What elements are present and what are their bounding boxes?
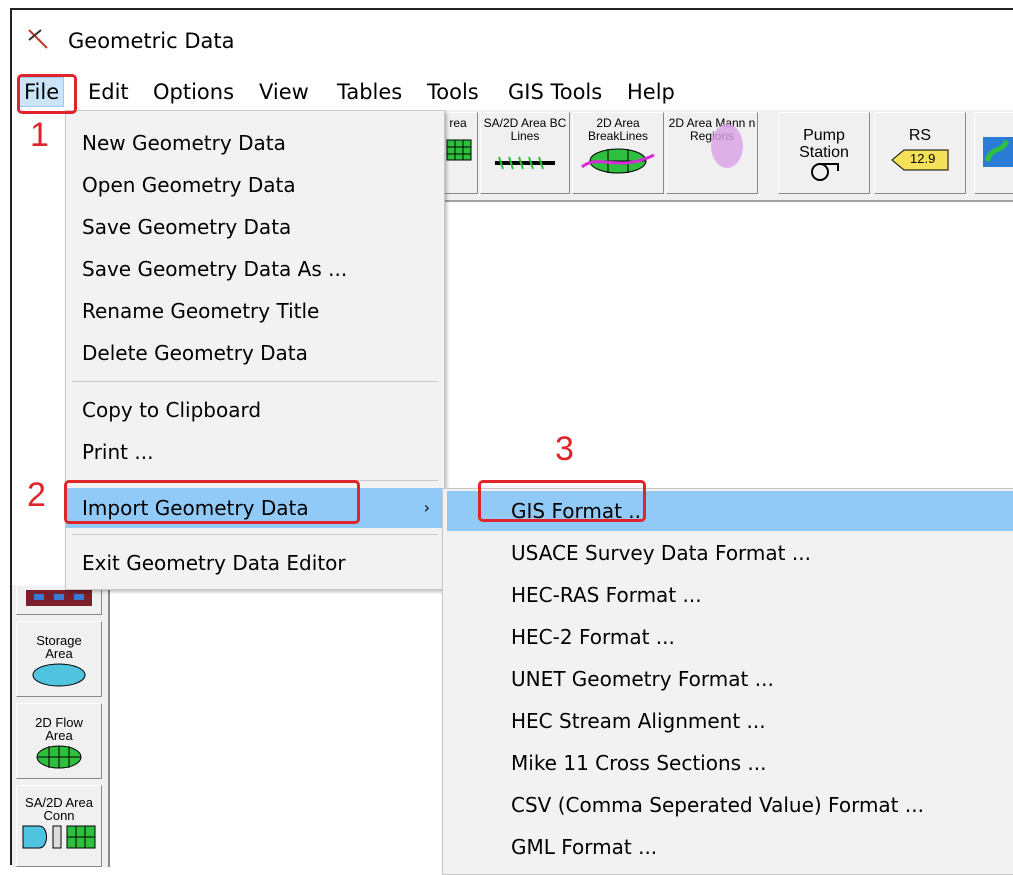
menu-tables[interactable]: Tables (333, 78, 406, 106)
menu-bar: File Edit Options View Tables Tools GIS … (12, 72, 1013, 110)
map-icon (983, 137, 1013, 167)
menu-help[interactable]: Help (623, 78, 679, 106)
highlight-box-file (17, 74, 77, 114)
menu-separator (72, 534, 438, 535)
toolbar-rs-button[interactable]: RS 12.9 (874, 112, 966, 194)
menu-item-save-geometry-data-as[interactable]: Save Geometry Data As ... (66, 249, 444, 289)
left-sa-2d-conn-button[interactable]: SA/2D Area Conn (16, 785, 102, 867)
left-storage-area-button[interactable]: Storage Area (16, 621, 102, 697)
toolbar-bc-lines-button[interactable]: SA/2D Area BC Lines (480, 112, 570, 194)
title-bar: Geometric Data (12, 10, 1013, 72)
tool-bar: rea SA/2D Area BC Lines 2D Area BreakLin… (438, 110, 1013, 202)
left-tool-bar: Storage Area 2D Flow Area SA/2D Area Con… (12, 585, 110, 867)
window-title: Geometric Data (68, 29, 235, 53)
app-icon (28, 29, 48, 49)
bc-lines-icon (495, 156, 555, 170)
menu-item-delete-geometry-data[interactable]: Delete Geometry Data (66, 333, 444, 373)
menu-options[interactable]: Options (149, 78, 238, 106)
sa-2d-conn-icon (22, 825, 96, 849)
2d-flow-area-icon (36, 745, 82, 769)
menu-item-new-geometry-data[interactable]: New Geometry Data (66, 123, 444, 163)
submenu-item-unet-geometry-format[interactable]: UNET Geometry Format ... (447, 659, 1013, 699)
highlight-box-gis-format (478, 480, 646, 522)
menu-tools[interactable]: Tools (423, 78, 483, 106)
menu-edit[interactable]: Edit (84, 78, 133, 106)
storage-area-icon (32, 663, 86, 687)
toolbar-mannings-regions-button[interactable]: 2D Area Mann n Regions (666, 112, 758, 194)
menu-item-copy-to-clipboard[interactable]: Copy to Clipboard (66, 390, 444, 430)
import-geometry-submenu: GIS Format ... USACE Survey Data Format … (442, 488, 1013, 875)
menu-item-save-geometry-data[interactable]: Save Geometry Data (66, 207, 444, 247)
menu-item-open-geometry-data[interactable]: Open Geometry Data (66, 165, 444, 205)
submenu-arrow-icon: › (423, 498, 430, 517)
toolbar-map-button[interactable] (974, 112, 1013, 194)
mannings-regions-icon (711, 124, 743, 168)
grid-icon (446, 139, 472, 161)
menu-item-print[interactable]: Print ... (66, 432, 444, 472)
submenu-item-hec-ras-format[interactable]: HEC-RAS Format ... (447, 575, 1013, 615)
submenu-item-hec-stream-alignment[interactable]: HEC Stream Alignment ... (447, 701, 1013, 741)
toolbar-pump-station-button[interactable]: Pump Station (778, 112, 870, 194)
menu-item-exit-geometry-data-editor[interactable]: Exit Geometry Data Editor (66, 543, 444, 583)
submenu-item-csv-format[interactable]: CSV (Comma Seperated Value) Format ... (447, 785, 1013, 825)
menu-separator (72, 381, 438, 382)
submenu-item-usace-survey-data-format[interactable]: USACE Survey Data Format ... (447, 533, 1013, 573)
breaklines-icon (581, 148, 655, 174)
menu-gis-tools[interactable]: GIS Tools (504, 78, 606, 106)
pump-icon (811, 163, 839, 181)
submenu-item-hec-2-format[interactable]: HEC-2 Format ... (447, 617, 1013, 657)
highlight-box-import-geometry-data (64, 480, 360, 524)
geometric-data-window: Geometric Data File Edit Options View Ta… (10, 8, 1013, 875)
toolbar-breaklines-button[interactable]: 2D Area BreakLines (572, 112, 664, 194)
rs-tag-icon: 12.9 (890, 148, 950, 172)
step-label-1: 1 (30, 116, 49, 154)
step-label-2: 2 (27, 476, 46, 514)
menu-item-rename-geometry-title[interactable]: Rename Geometry Title (66, 291, 444, 331)
left-2d-flow-area-button[interactable]: 2D Flow Area (16, 703, 102, 779)
step-label-3: 3 (555, 430, 574, 468)
menu-view[interactable]: View (255, 78, 313, 106)
submenu-item-mike-11-cross-sections[interactable]: Mike 11 Cross Sections ... (447, 743, 1013, 783)
submenu-item-gml-format[interactable]: GML Format ... (447, 827, 1013, 867)
